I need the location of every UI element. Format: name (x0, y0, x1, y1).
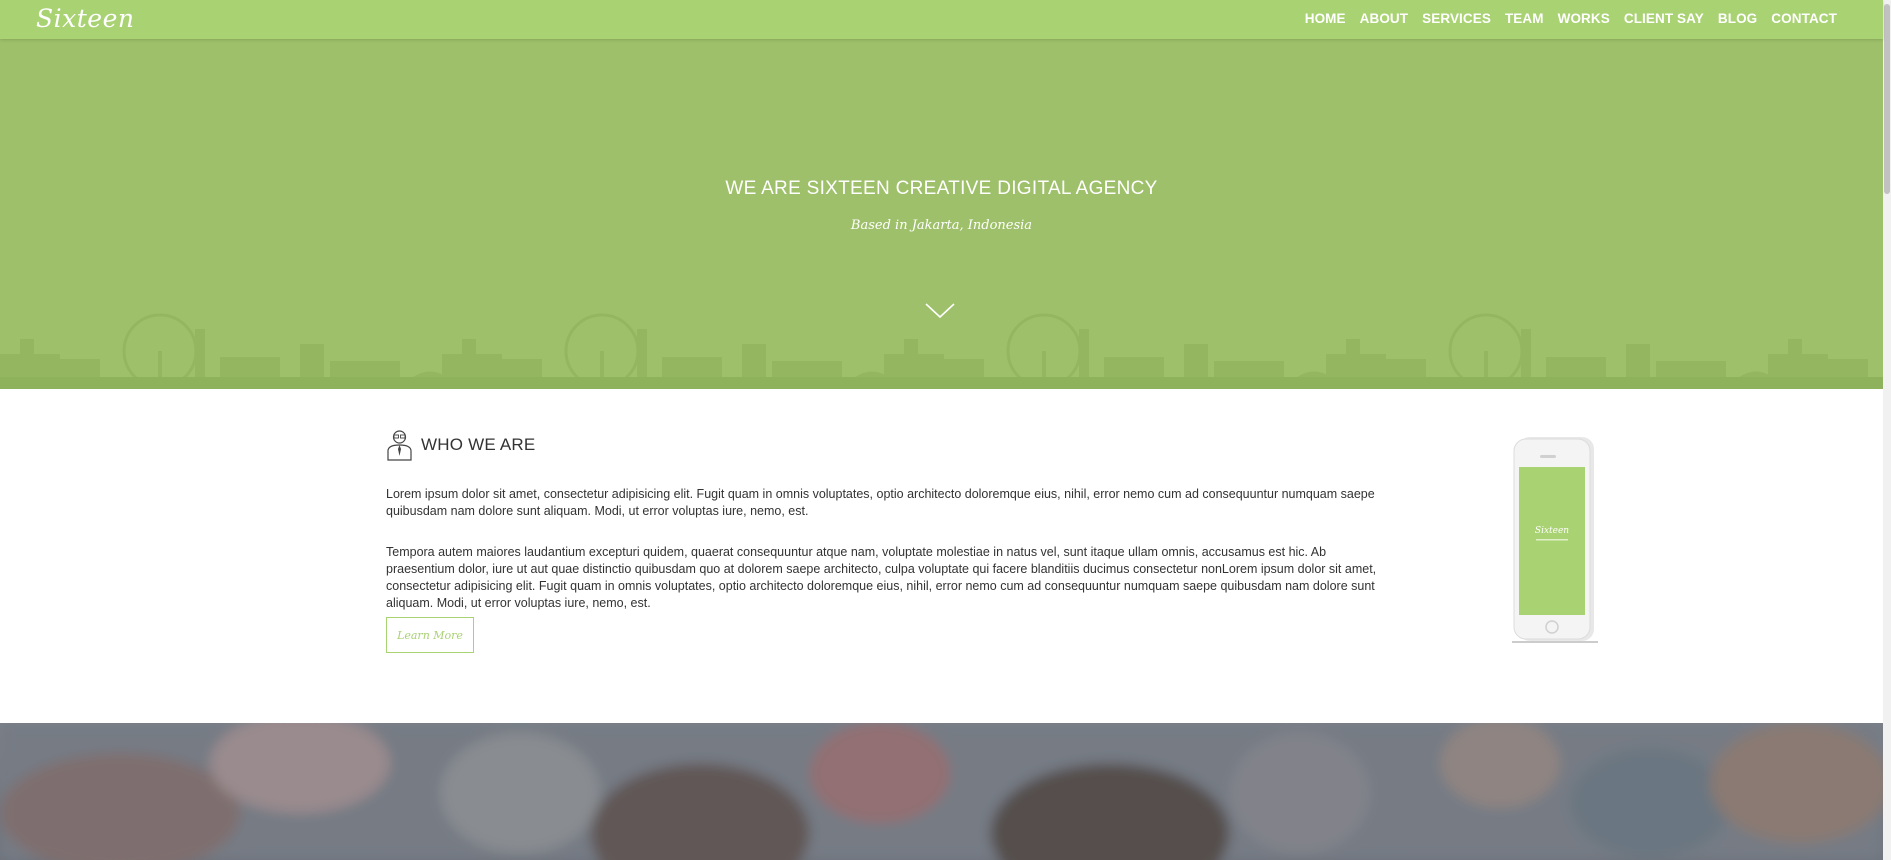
about-title: WHO WE ARE (421, 435, 536, 454)
page-scrollbar[interactable] (1883, 0, 1891, 860)
person-icon (387, 430, 412, 461)
hero-title: WE ARE SIXTEEN CREATIVE DIGITAL AGENCY (725, 178, 1158, 199)
about-paragraph-2: Tempora autem maiores laudantium exceptu… (386, 544, 1377, 610)
nav-works[interactable]: WORKS (1551, 11, 1617, 26)
main-menu: HOME ABOUT SERVICES TEAM WORKS CLIENT SA… (1298, 11, 1844, 26)
hero-subtitle: Based in Jakarta, Indonesia (850, 218, 1033, 233)
learn-more-button[interactable]: Learn More (386, 617, 474, 653)
nav-blog[interactable]: BLOG (1711, 11, 1764, 26)
about-heading: WHO WE ARE (386, 429, 535, 461)
phone-logo-text: Sixteen (1535, 526, 1569, 536)
nav-team[interactable]: TEAM (1498, 11, 1551, 26)
scrollbar-thumb[interactable] (1884, 4, 1890, 194)
hero-section: WE ARE SIXTEEN CREATIVE DIGITAL AGENCY B… (0, 39, 1883, 389)
students-photo (0, 723, 1883, 860)
about-paragraph-1: Lorem ipsum dolor sit amet, consectetur … (386, 486, 1375, 518)
brand-logo[interactable]: Sixteen (36, 4, 134, 33)
about-section: WHO WE ARE Lorem ipsum dolor sit amet, c… (0, 389, 1883, 723)
nav-contact[interactable]: CONTACT (1764, 11, 1844, 26)
nav-services[interactable]: SERVICES (1415, 11, 1498, 26)
nav-client-say[interactable]: CLIENT SAY (1617, 11, 1711, 26)
city-skyline-decoration (0, 313, 1883, 389)
nav-about[interactable]: ABOUT (1353, 11, 1416, 26)
top-navbar: Sixteen HOME ABOUT SERVICES TEAM WORKS C… (0, 0, 1883, 39)
students-photo-section (0, 723, 1883, 860)
nav-home[interactable]: HOME (1298, 11, 1353, 26)
phone-mockup-image: Sixteen (1512, 437, 1598, 643)
